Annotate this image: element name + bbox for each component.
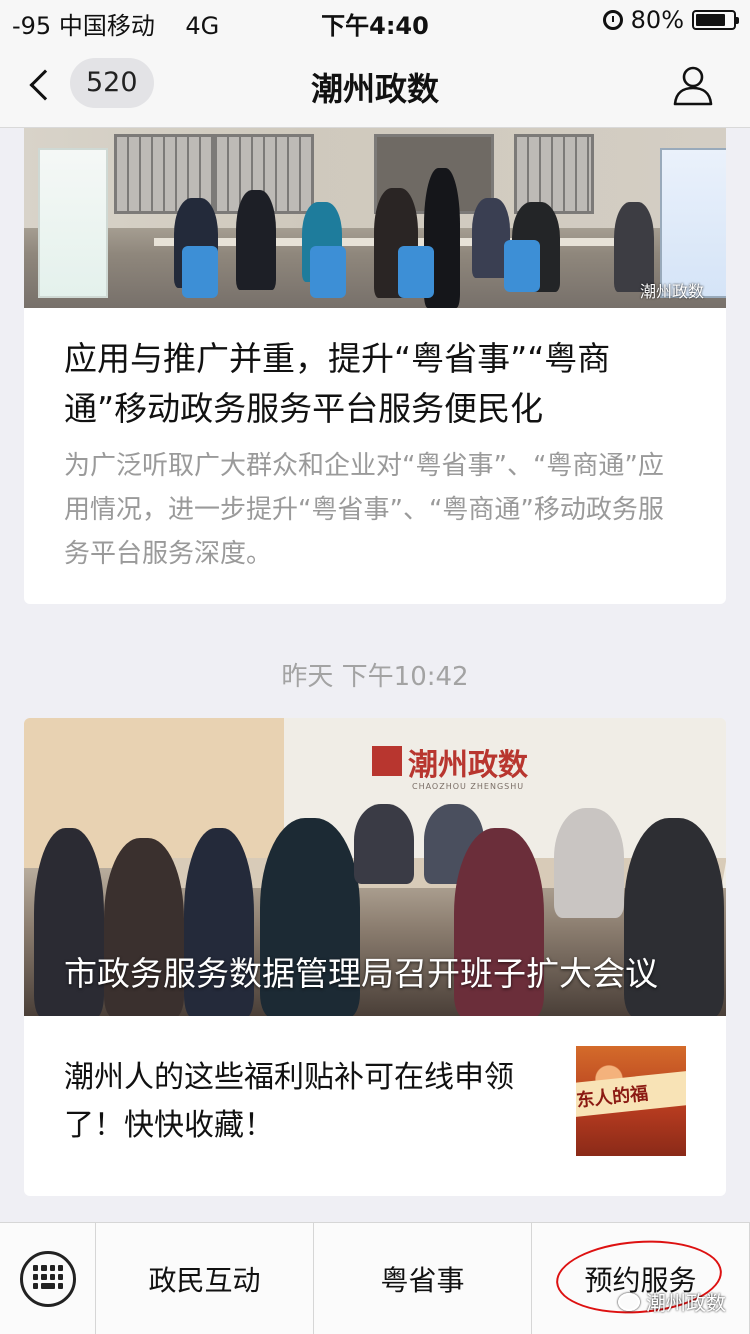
menu-item-label: 粤省事: [380, 1263, 465, 1297]
nav-bar: 520 潮州政数: [0, 40, 750, 128]
menu-item-yueshengshi[interactable]: 粤省事: [314, 1223, 532, 1334]
status-bar: -95 中国移动 4G 下午4:40 80%: [0, 0, 750, 40]
org-logo-subtext: CHAOZHOU ZHENGSHU: [412, 782, 525, 791]
image-watermark: 潮州政数: [639, 282, 704, 301]
bottom-watermark: 潮州政数: [618, 1287, 726, 1316]
battery-icon: [692, 10, 739, 30]
menu-item-interaction[interactable]: 政民互动: [96, 1223, 314, 1334]
sub-article-title: 潮州人的这些福利贴补可在线申领了！快快收藏！: [64, 1060, 514, 1143]
article-card[interactable]: 潮州政数 应用与推广并重，提升“粤省事”“粤商通”移动政务服务平台服务便民化 为…: [24, 128, 726, 604]
message-timestamp: 昨天 下午10:42: [281, 662, 469, 692]
thumbnail-caption: 东人的福: [576, 1068, 686, 1118]
article-title: 应用与推广并重，提升“粤省事”“粤商通”移动政务服务平台服务便民化: [64, 339, 611, 428]
profile-icon[interactable]: [672, 64, 714, 106]
keyboard-toggle-button[interactable]: [0, 1223, 96, 1334]
sub-article-item[interactable]: 潮州人的这些福利贴补可在线申领了！快快收藏！ 东人的福: [24, 1016, 726, 1196]
main-article-cover[interactable]: 潮州政数 CHAOZHOU ZHENGSHU 市政务服务数据管理局召开班子扩大会…: [24, 718, 726, 1016]
article-group-card: 潮州政数 CHAOZHOU ZHENGSHU 市政务服务数据管理局召开班子扩大会…: [24, 718, 726, 1196]
menu-item-label: 政民互动: [148, 1263, 261, 1297]
main-article-title: 市政务服务数据管理局召开班子扩大会议: [64, 954, 658, 993]
status-right: 80%: [602, 6, 739, 34]
sub-article-thumbnail: 东人的福: [576, 1046, 686, 1156]
alarm-icon: [602, 10, 623, 30]
org-logo-text: 潮州政数: [408, 748, 528, 783]
seal-logo: [372, 746, 402, 776]
battery-percent: 80%: [630, 6, 684, 34]
page-title: 潮州政数: [310, 70, 439, 108]
wechat-icon: [618, 1292, 640, 1311]
article-image: 潮州政数: [24, 128, 726, 308]
bottom-menu-bar: 政民互动 粤省事 预约服务 潮州政数: [0, 1222, 750, 1334]
menu-item-appointment[interactable]: 预约服务: [532, 1223, 750, 1334]
article-description: 为广泛听取广大群众和企业对“粤省事”、“粤商通”应用情况，进一步提升“粤省事”、…: [64, 451, 664, 569]
